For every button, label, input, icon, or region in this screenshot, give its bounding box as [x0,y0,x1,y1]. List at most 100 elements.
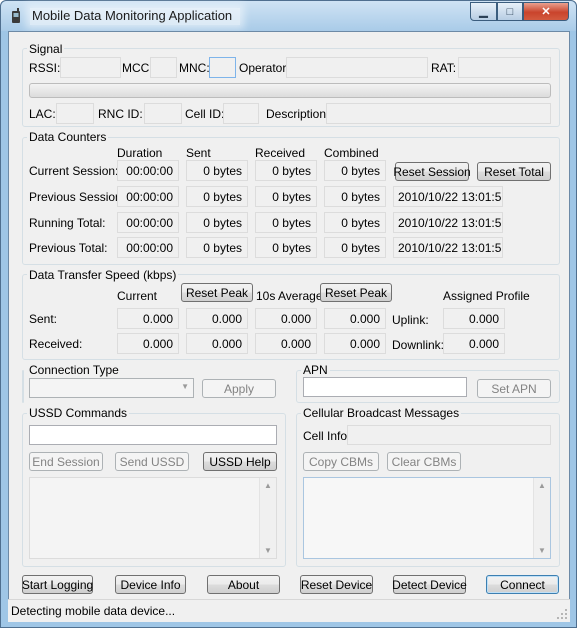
reset-peak-average-button[interactable]: Reset Peak [320,283,392,302]
cell-id-label: Cell ID: [185,107,225,121]
scroll-up-icon[interactable]: ▲ [538,481,546,490]
sent-average-peak-value: 0.000 [324,308,386,329]
sent-average-value: 0.000 [255,308,317,329]
operator-field [286,57,428,78]
apply-button[interactable]: Apply [202,379,276,398]
lac-field [56,103,94,124]
mcc-label: MCC: [122,61,153,75]
rnc-id-field [144,103,182,124]
cell-info-field [347,425,551,445]
resize-grip-icon[interactable] [556,608,568,620]
current-speed-header: Current [117,289,158,303]
reset-total-button[interactable]: Reset Total [477,162,551,181]
previous-total-combined: 0 bytes [324,237,386,258]
app-icon [12,8,20,23]
status-text: Detecting mobile data device... [11,604,176,618]
connect-button[interactable]: Connect [486,575,559,594]
ussd-help-button[interactable]: USSD Help [203,452,277,471]
reset-session-button[interactable]: Reset Session [393,162,471,181]
device-info-button[interactable]: Device Info [115,575,186,594]
start-logging-button[interactable]: Start Logging [22,575,93,594]
received-average-peak-value: 0.000 [324,333,386,354]
application-window: Mobile Data Monitoring Application ▁ □ ✕… [0,0,577,628]
ussd-input[interactable] [29,425,277,445]
previous-total-sent: 0 bytes [186,237,248,258]
set-apn-button[interactable]: Set APN [477,379,551,398]
mcc-field [150,57,177,78]
previous-session-timestamp: 2010/10/22 13:01:51 [393,186,503,207]
received-peak-value: 0.000 [186,333,248,354]
rssi-label: RSSI: [29,61,61,75]
sent-speed-label: Sent: [29,312,58,326]
maximize-button[interactable]: □ [497,2,523,21]
connection-type-group [22,370,24,403]
scroll-down-icon[interactable]: ▼ [538,546,546,555]
previous-session-label: Previous Session: [29,190,126,204]
cbm-output[interactable]: ▲ ▼ [303,477,551,559]
assigned-profile-header: Assigned Profile [443,289,530,303]
clear-cbms-button[interactable]: Clear CBMs [387,452,461,471]
reset-device-button[interactable]: Reset Device [300,575,373,594]
ussd-group-label: USSD Commands [27,406,130,420]
close-button[interactable]: ✕ [523,2,569,21]
current-session-combined: 0 bytes [324,160,386,181]
running-total-received: 0 bytes [255,212,317,233]
signal-strength-bar [29,83,551,98]
copy-cbms-button[interactable]: Copy CBMs [303,452,379,471]
current-session-duration: 00:00:00 [117,160,179,181]
cbm-scrollbar[interactable]: ▲ ▼ [533,478,550,558]
chevron-down-icon: ▼ [181,382,189,391]
title-bar[interactable]: Mobile Data Monitoring Application ▁ □ ✕ [1,1,576,31]
description-field [326,103,551,124]
running-total-combined: 0 bytes [324,212,386,233]
about-button[interactable]: About [207,575,280,594]
apn-input[interactable] [303,377,467,397]
connection-type-dropdown[interactable]: ▼ [29,378,194,398]
mnc-label: MNC: [179,61,210,75]
minimize-icon: ▁ [479,6,488,18]
status-bar: Detecting mobile data device... [8,599,570,622]
previous-session-duration: 00:00:00 [117,186,179,207]
maximize-icon: □ [506,5,514,18]
scroll-up-icon[interactable]: ▲ [264,481,272,490]
lac-label: LAC: [29,107,56,121]
running-total-duration: 00:00:00 [117,212,179,233]
combined-header: Combined [324,146,379,160]
received-header: Received [255,146,306,160]
ussd-scrollbar[interactable]: ▲ ▼ [259,478,276,558]
data-counters-group-label: Data Counters [27,130,109,144]
received-current-value: 0.000 [117,333,179,354]
minimize-button[interactable]: ▁ [470,2,497,21]
previous-total-timestamp: 2010/10/22 13:01:51 [393,237,503,258]
running-total-sent: 0 bytes [186,212,248,233]
previous-total-label: Previous Total: [29,241,108,255]
send-ussd-button[interactable]: Send USSD [115,452,189,471]
rat-field [458,57,551,78]
reset-peak-current-button[interactable]: Reset Peak [181,283,253,302]
signal-group-label: Signal [27,42,65,56]
current-session-label: Current Session: [29,164,119,178]
end-session-button[interactable]: End Session [29,452,103,471]
ussd-output[interactable]: ▲ ▼ [29,477,277,559]
window-title: Mobile Data Monitoring Application [30,8,241,25]
close-icon: ✕ [541,6,551,18]
detect-device-button[interactable]: Detect Device [392,575,467,594]
current-session-sent: 0 bytes [186,160,248,181]
sent-peak-value: 0.000 [186,308,248,329]
rssi-field [60,57,121,78]
mnc-field [209,57,236,78]
running-total-timestamp: 2010/10/22 13:01:51 [393,212,503,233]
rnc-id-label: RNC ID: [98,107,143,121]
average-speed-header: 10s Average [256,289,323,303]
cbm-group-label: Cellular Broadcast Messages [301,406,462,420]
uplink-value: 0.000 [443,308,505,329]
scroll-down-icon[interactable]: ▼ [264,546,272,555]
previous-session-sent: 0 bytes [186,186,248,207]
apn-group-label: APN [301,363,330,377]
client-area: Signal RSSI: MCC: MNC: Operator: RAT: LA… [8,31,570,622]
received-speed-label: Received: [29,337,83,351]
sent-current-value: 0.000 [117,308,179,329]
rat-label: RAT: [431,61,457,75]
transfer-speed-group-label: Data Transfer Speed (kbps) [27,268,179,282]
uplink-label: Uplink: [392,313,429,327]
